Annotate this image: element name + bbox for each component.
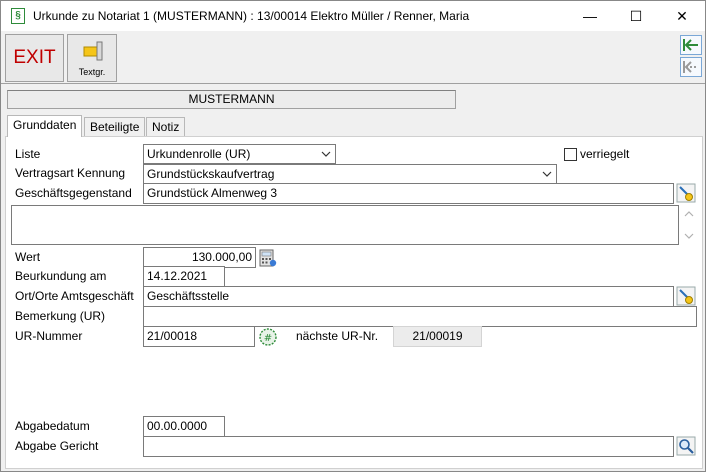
calculator-icon[interactable]: [258, 248, 278, 268]
textgr-button[interactable]: Textgr.: [67, 34, 117, 82]
window: § Urkunde zu Notariat 1 (MUSTERMANN) : 1…: [0, 0, 706, 472]
number-generate-icon[interactable]: #: [258, 327, 278, 347]
close-button[interactable]: ✕: [659, 1, 705, 31]
abgabedatum-input[interactable]: 00.00.0000: [143, 416, 225, 437]
textgr-label: Textgr.: [78, 67, 106, 77]
nav-first-button[interactable]: [680, 35, 702, 55]
select-lookup-icon[interactable]: [676, 183, 696, 203]
vertragsart-select[interactable]: Grundstückskaufvertrag: [143, 164, 557, 184]
toolbar: EXIT Textgr.: [1, 31, 705, 84]
nav-prev-button[interactable]: [680, 57, 702, 77]
grunddaten-panel: Liste Urkundenrolle (UR) verriegelt Vert…: [5, 136, 703, 469]
beurkundung-label: Beurkundung am: [15, 269, 107, 283]
arrow-left-dashed-icon: [683, 61, 698, 73]
bemerkung-input[interactable]: [143, 306, 697, 327]
ur-nummer-input[interactable]: 21/00018: [143, 326, 255, 347]
arrow-left-bar-icon: [683, 39, 698, 51]
textarea-scrollbar[interactable]: [682, 207, 696, 243]
verriegelt-checkbox[interactable]: [564, 148, 577, 161]
app-paragraph-icon: §: [11, 8, 25, 24]
ort-input[interactable]: Geschäftsstelle: [143, 286, 674, 307]
window-title: Urkunde zu Notariat 1 (MUSTERMANN) : 13/…: [33, 9, 470, 23]
liste-select[interactable]: Urkundenrolle (UR): [143, 144, 336, 164]
chevron-down-icon: [321, 151, 331, 157]
abgabedatum-label: Abgabedatum: [15, 419, 90, 433]
bemerkung-label: Bemerkung (UR): [15, 309, 106, 323]
chevron-down-icon: [542, 171, 552, 177]
beurkundung-input[interactable]: 14.12.2021: [143, 266, 225, 287]
description-textarea[interactable]: [11, 205, 679, 245]
select-lookup-icon[interactable]: [676, 286, 696, 306]
tab-notiz[interactable]: Notiz: [146, 117, 186, 136]
tab-beteiligte[interactable]: Beteiligte: [84, 117, 146, 136]
search-icon[interactable]: [676, 436, 696, 456]
wert-input[interactable]: 130.000,00: [143, 247, 256, 268]
abgabe-gericht-input[interactable]: [143, 436, 674, 457]
tab-grunddaten[interactable]: Grunddaten: [7, 115, 83, 137]
exit-button[interactable]: EXIT: [5, 34, 64, 82]
liste-label: Liste: [15, 147, 41, 161]
naechste-ur-value: 21/00019: [393, 326, 482, 347]
ur-nummer-label: UR-Nummer: [15, 329, 83, 343]
geschaeftsgegenstand-input[interactable]: Grundstück Almenweg 3: [143, 183, 674, 204]
wert-label: Wert: [15, 250, 41, 264]
svg-text:#: #: [264, 333, 272, 344]
verriegelt-label: verriegelt: [580, 147, 630, 161]
vertragsart-value: Grundstückskaufvertrag: [147, 167, 275, 181]
minimize-button[interactable]: —: [567, 1, 613, 31]
geschaeftsgegenstand-label: Geschäftsgegenstand: [15, 186, 132, 200]
text-block-icon: [83, 41, 103, 61]
ort-label: Ort/Orte Amtsgeschäft: [15, 289, 134, 303]
liste-value: Urkundenrolle (UR): [147, 147, 251, 161]
title-bar: § Urkunde zu Notariat 1 (MUSTERMANN) : 1…: [1, 1, 705, 31]
abgabe-gericht-label: Abgabe Gericht: [15, 439, 99, 453]
naechste-ur-label: nächste UR-Nr.: [296, 329, 379, 343]
maximize-button[interactable]: ☐: [613, 1, 659, 31]
client-name-bar: MUSTERMANN: [7, 90, 456, 109]
vertragsart-label: Vertragsart Kennung: [15, 166, 126, 180]
